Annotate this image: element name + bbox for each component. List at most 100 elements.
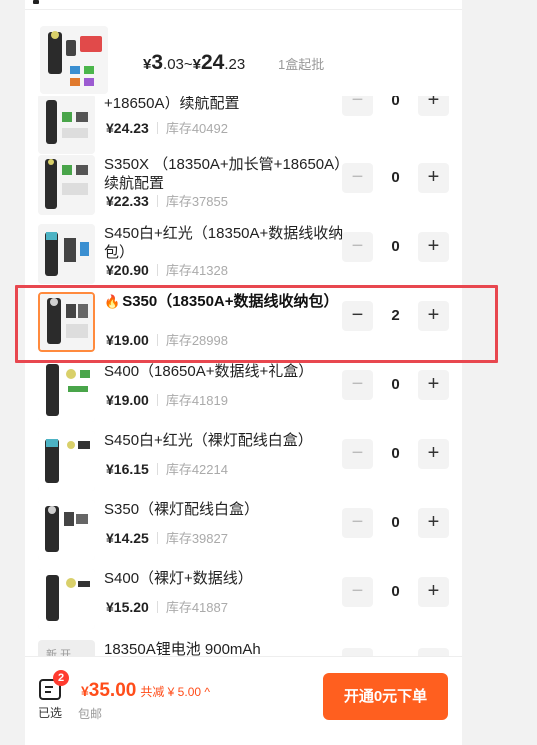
- sku-row[interactable]: 新 开 18350A锂电池 900mAh − 0 +: [25, 636, 462, 656]
- decrement-button[interactable]: −: [342, 508, 373, 538]
- sku-title: S400（裸灯+数据线）: [104, 570, 253, 587]
- sku-title: S350X （18350A+加长管+18650A）续航配置: [104, 156, 342, 192]
- quantity-stepper: − 0 +: [342, 232, 449, 262]
- quantity-value[interactable]: 0: [373, 439, 418, 469]
- sku-price: ¥16.15: [106, 461, 149, 477]
- sku-thumbnail[interactable]: [38, 362, 95, 422]
- sku-meta: ¥14.25 库存39827: [106, 528, 228, 548]
- divider: [156, 334, 158, 346]
- sku-thumbnail[interactable]: 新 开: [38, 640, 95, 656]
- decrement-button[interactable]: −: [342, 232, 373, 262]
- sku-thumbnail[interactable]: [38, 155, 95, 215]
- quantity-stepper: − 0 +: [342, 508, 449, 538]
- quantity-stepper: − 2 +: [342, 301, 449, 331]
- divider: [156, 463, 158, 475]
- shipping-label: 包邮: [78, 707, 103, 721]
- quantity-stepper: − 0 +: [342, 163, 449, 193]
- min-order-label: 1盒起批: [278, 57, 325, 72]
- divider: [156, 601, 158, 613]
- sku-row[interactable]: S400（18650A+数据线+礼盒） ¥19.00 库存41819 − 0 +: [25, 358, 462, 426]
- sku-row-selected[interactable]: 🔥 S350（18350A+数据线收纳包） ¥19.00 库存28998 − 2 +: [25, 288, 462, 356]
- quantity-stepper: − 0 +: [342, 439, 449, 469]
- sku-title: S450白+红光（裸灯配线白盒）: [104, 432, 313, 449]
- currency-symbol: ¥: [81, 683, 89, 699]
- product-thumbnail[interactable]: [40, 26, 108, 94]
- sku-row[interactable]: S350X （18350A+加长管+18650A）续航配置 ¥22.33 库存37…: [25, 151, 462, 219]
- quantity-value[interactable]: 2: [373, 301, 418, 331]
- sku-meta: ¥19.00 库存28998: [106, 330, 228, 350]
- selected-label[interactable]: 已选: [38, 704, 62, 721]
- divider: [156, 122, 158, 134]
- divider: [156, 532, 158, 544]
- sku-meta: ¥22.33 库存37855: [106, 191, 228, 211]
- selected-count-badge: 2: [53, 670, 69, 686]
- sku-stock: 库存39827: [165, 531, 228, 546]
- sku-thumbnail[interactable]: [38, 500, 95, 560]
- decrement-button[interactable]: −: [342, 577, 373, 607]
- sku-stock: 库存41328: [165, 263, 228, 278]
- quantity-value[interactable]: 0: [373, 370, 418, 400]
- sku-row[interactable]: +18650A）续航配置 ¥24.23 库存40492 − 0 +: [25, 96, 462, 158]
- decrement-button[interactable]: −: [342, 370, 373, 400]
- total-amount: 35.00: [88, 680, 137, 701]
- sku-meta: ¥19.00 库存41819: [106, 390, 228, 410]
- quantity-value[interactable]: 0: [373, 648, 418, 656]
- decrement-button[interactable]: −: [342, 163, 373, 193]
- sku-price: ¥19.00: [106, 332, 149, 348]
- quantity-value[interactable]: 0: [373, 163, 418, 193]
- sku-meta: ¥20.90 库存41328: [106, 260, 228, 280]
- quantity-stepper: − 0 +: [342, 370, 449, 400]
- increment-button[interactable]: +: [418, 163, 449, 193]
- quantity-stepper: − 0 +: [342, 96, 449, 116]
- quantity-value[interactable]: 0: [373, 232, 418, 262]
- sku-row[interactable]: S350（裸灯配线白盒） ¥14.25 库存39827 − 0 +: [25, 496, 462, 564]
- increment-button[interactable]: +: [418, 232, 449, 262]
- place-order-button[interactable]: 开通0元下单: [323, 673, 448, 720]
- increment-button[interactable]: +: [418, 577, 449, 607]
- quantity-value[interactable]: 0: [373, 508, 418, 538]
- sku-thumbnail[interactable]: [38, 292, 95, 352]
- sku-list[interactable]: +18650A）续航配置 ¥24.23 库存40492 − 0 + S350X （…: [25, 96, 462, 656]
- sku-thumbnail[interactable]: [38, 96, 95, 154]
- discount-toggle[interactable]: 共减 ¥ 5.00 ^: [140, 685, 210, 699]
- sku-title: 18350A锂电池 900mAh: [104, 641, 261, 656]
- sku-stock: 库存40492: [165, 121, 228, 136]
- quantity-value[interactable]: 0: [373, 577, 418, 607]
- divider: [156, 394, 158, 406]
- sku-row[interactable]: S450白+红光（裸灯配线白盒） ¥16.15 库存42214 − 0 +: [25, 427, 462, 495]
- decrement-button[interactable]: −: [342, 301, 373, 331]
- sku-title: +18650A）续航配置: [104, 96, 240, 112]
- checkout-bar: 2 已选 ¥35.00 共减 ¥ 5.00 ^ 包邮 开通0元下单: [25, 656, 462, 745]
- sku-thumbnail[interactable]: [38, 224, 95, 284]
- sku-stock: 库存42214: [165, 462, 228, 477]
- increment-button[interactable]: +: [418, 370, 449, 400]
- decrement-button[interactable]: −: [342, 439, 373, 469]
- quantity-stepper: − 0 +: [342, 648, 449, 656]
- fire-icon: 🔥: [104, 294, 121, 309]
- sku-row[interactable]: S400（裸灯+数据线） ¥15.20 库存41887 − 0 +: [25, 565, 462, 633]
- sku-row[interactable]: S450白+红光（18350A+数据线收纳包） ¥20.90 库存41328 − …: [25, 220, 462, 288]
- sku-price: ¥15.20: [106, 599, 149, 615]
- sku-price: ¥20.90: [106, 262, 149, 278]
- increment-button[interactable]: +: [418, 508, 449, 538]
- increment-button[interactable]: +: [418, 439, 449, 469]
- sku-meta: ¥16.15 库存42214: [106, 459, 228, 479]
- sku-thumbnail[interactable]: [38, 569, 95, 629]
- sku-price: ¥22.33: [106, 193, 149, 209]
- increment-button[interactable]: +: [418, 648, 449, 656]
- increment-button[interactable]: +: [418, 301, 449, 331]
- increment-button[interactable]: +: [418, 96, 449, 116]
- decrement-button[interactable]: −: [342, 96, 373, 116]
- sku-price: ¥19.00: [106, 392, 149, 408]
- top-strip: [25, 0, 462, 10]
- sku-meta: ¥15.20 库存41887: [106, 597, 228, 617]
- sku-thumbnail[interactable]: [38, 431, 95, 491]
- sku-stock: 库存28998: [165, 333, 228, 348]
- sku-title: S350（裸灯配线白盒）: [104, 501, 260, 518]
- handle-mark: [33, 0, 39, 4]
- divider: [156, 195, 158, 207]
- decrement-button[interactable]: −: [342, 648, 373, 656]
- sku-title: S450白+红光（18350A+数据线收纳包）: [104, 225, 344, 261]
- sku-title: S400（18650A+数据线+礼盒）: [104, 363, 314, 380]
- quantity-value[interactable]: 0: [373, 96, 418, 116]
